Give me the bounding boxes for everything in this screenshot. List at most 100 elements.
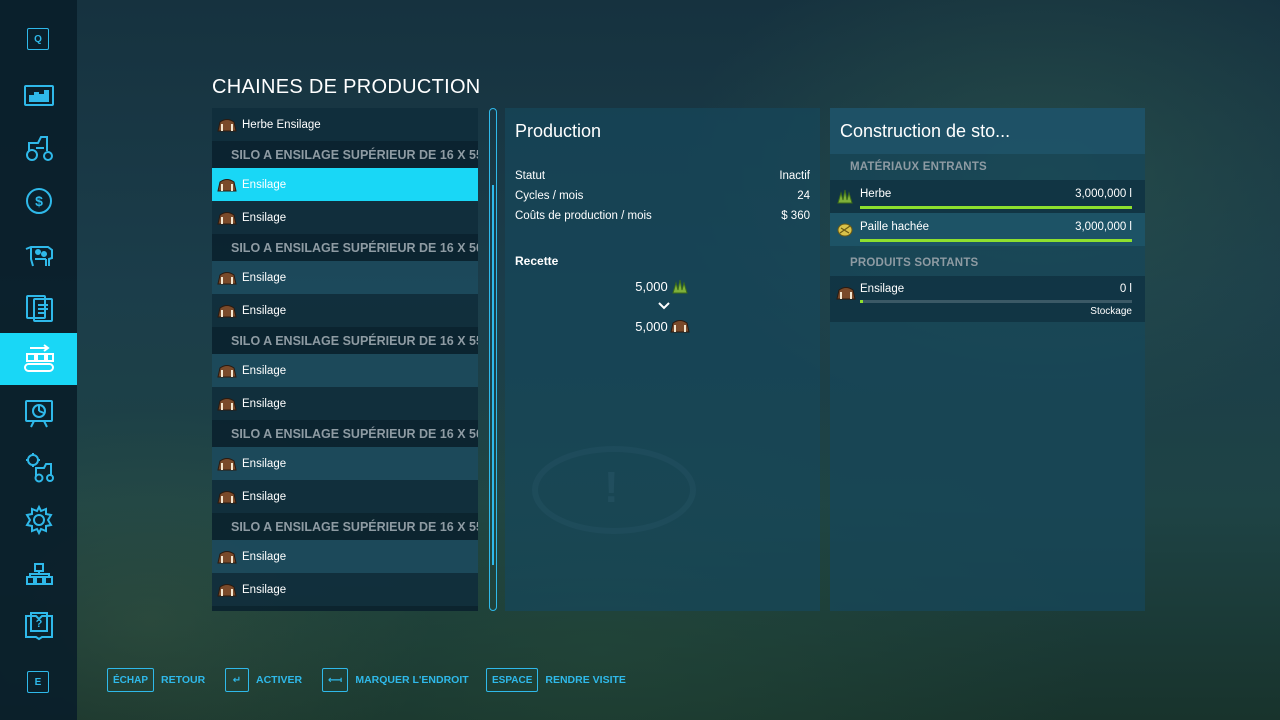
production-list-item-label: Ensilage bbox=[242, 364, 287, 377]
multiplayer-icon bbox=[25, 563, 53, 585]
list-scrollbar-thumb[interactable] bbox=[492, 185, 494, 565]
silage-icon bbox=[217, 457, 237, 470]
construction-title: Construction de sto... bbox=[830, 108, 1145, 154]
silage-icon bbox=[217, 271, 237, 284]
hint-mark-location[interactable]: ⟻ MARQUER L'ENDROIT bbox=[322, 668, 469, 692]
output-name: Ensilage bbox=[860, 283, 905, 295]
cost-row: Coûts de production / mois $ 360 bbox=[505, 206, 820, 226]
sidebar-item-help[interactable]: ? bbox=[0, 600, 77, 652]
sidebar-prev-key[interactable]: Q bbox=[27, 28, 49, 50]
input-value: 3,000,000 l bbox=[1075, 188, 1132, 200]
output-item-ensilage: Ensilage 0 l Stockage bbox=[830, 276, 1145, 322]
input-name: Herbe bbox=[860, 188, 892, 200]
inputs-header: MATÉRIAUX ENTRANTS bbox=[850, 161, 987, 173]
production-list-item[interactable]: Ensilage bbox=[212, 387, 478, 420]
production-list-item[interactable]: Ensilage bbox=[212, 261, 478, 294]
silage-icon bbox=[217, 490, 237, 503]
silage-icon bbox=[670, 320, 690, 333]
chevron-down-icon bbox=[657, 302, 670, 310]
page-title: CHAINES DE PRODUCTION bbox=[212, 76, 481, 98]
input-level-bar bbox=[860, 206, 1132, 209]
silage-icon bbox=[217, 397, 237, 410]
silage-icon bbox=[217, 364, 237, 377]
sidebar-item-contracts[interactable] bbox=[0, 281, 77, 333]
hint-activate[interactable]: ↵ ACTIVER bbox=[225, 668, 302, 692]
output-mode[interactable]: Stockage bbox=[1090, 306, 1132, 317]
production-list-item-label: Ensilage bbox=[242, 271, 287, 284]
recipe-input: 5,000 bbox=[505, 275, 820, 297]
recipe-arrow bbox=[505, 297, 820, 315]
sidebar: Q $ ? E bbox=[0, 0, 77, 720]
sidebar-item-statistics[interactable] bbox=[0, 69, 77, 121]
production-list-item[interactable]: Ensilage bbox=[212, 447, 478, 480]
list-scrollbar[interactable] bbox=[489, 108, 497, 611]
settings-icon bbox=[24, 504, 53, 536]
status-row: Statut Inactif bbox=[505, 166, 820, 186]
svg-text:?: ? bbox=[35, 618, 42, 630]
production-list-item[interactable]: Herbe Ensilage bbox=[212, 108, 478, 141]
cost-value: $ 360 bbox=[781, 210, 810, 222]
cycles-row: Cycles / mois 24 bbox=[505, 186, 820, 206]
production-group-header: SILO A ENSILAGE SUPÉRIEUR DE 16 X 55... bbox=[212, 606, 478, 611]
production-group-header: SILO A ENSILAGE SUPÉRIEUR DE 16 X 50... bbox=[212, 420, 478, 447]
silage-icon bbox=[217, 550, 237, 563]
silage-icon bbox=[217, 304, 237, 317]
help-book-icon: ? bbox=[24, 612, 53, 641]
key-enter: ↵ bbox=[225, 668, 249, 692]
statistics-icon bbox=[23, 85, 54, 106]
input-level-fill bbox=[860, 239, 1132, 242]
sidebar-item-animals[interactable] bbox=[0, 228, 77, 280]
svg-text:$: $ bbox=[35, 193, 43, 209]
silage-icon bbox=[217, 178, 237, 191]
production-list-item-label: Ensilage bbox=[242, 211, 287, 224]
silage-icon bbox=[836, 287, 856, 300]
production-list-item-label: Ensilage bbox=[242, 397, 287, 410]
production-list-item[interactable]: Ensilage bbox=[212, 573, 478, 606]
silage-icon bbox=[217, 583, 237, 596]
hint-label: ACTIVER bbox=[256, 674, 303, 686]
production-list-item-label: Ensilage bbox=[242, 550, 287, 563]
hint-label: MARQUER L'ENDROIT bbox=[355, 674, 469, 686]
input-item-paille-hachee: Paille hachée 3,000,000 l bbox=[830, 213, 1145, 246]
recipe-output: 5,000 bbox=[505, 315, 820, 337]
production-list-item[interactable]: Ensilage bbox=[212, 294, 478, 327]
hint-back[interactable]: ÉCHAP RETOUR bbox=[107, 668, 205, 692]
production-list-item[interactable]: Ensilage bbox=[212, 354, 478, 387]
sidebar-item-finances[interactable]: $ bbox=[0, 175, 77, 227]
chopped-straw-icon bbox=[837, 223, 853, 237]
production-group-header: SILO A ENSILAGE SUPÉRIEUR DE 16 X 55... bbox=[212, 141, 478, 168]
sidebar-item-production-chains[interactable] bbox=[0, 333, 77, 385]
hint-visit[interactable]: ESPACE RENDRE VISITE bbox=[486, 668, 626, 692]
production-list-item[interactable]: Ensilage bbox=[212, 201, 478, 234]
input-name: Paille hachée bbox=[860, 221, 930, 233]
tractor-icon bbox=[25, 136, 53, 161]
recipe-input-amount: 5,000 bbox=[635, 278, 668, 294]
hint-label: RETOUR bbox=[161, 674, 206, 686]
sidebar-item-garage[interactable] bbox=[0, 441, 77, 493]
production-title: Production bbox=[515, 120, 602, 141]
sidebar-item-settings[interactable] bbox=[0, 494, 77, 546]
silage-icon bbox=[217, 211, 237, 224]
input-item-herbe: Herbe 3,000,000 l bbox=[830, 180, 1145, 213]
cost-label: Coûts de production / mois bbox=[515, 210, 652, 222]
output-value: 0 l bbox=[1119, 283, 1132, 295]
production-list-item[interactable]: Ensilage bbox=[212, 540, 478, 573]
hint-label: RENDRE VISITE bbox=[545, 674, 626, 686]
construction-panel: Construction de sto... MATÉRIAUX ENTRANT… bbox=[830, 108, 1145, 611]
production-group-header: SILO A ENSILAGE SUPÉRIEUR DE 16 X 55... bbox=[212, 327, 478, 354]
output-level-fill bbox=[860, 300, 863, 303]
sidebar-item-vehicles[interactable] bbox=[0, 122, 77, 174]
production-panel: Production Statut Inactif Cycles / mois … bbox=[505, 108, 820, 611]
sidebar-next-key[interactable]: E bbox=[27, 671, 49, 693]
production-list-item[interactable]: Ensilage bbox=[212, 168, 478, 201]
outputs-header: PRODUITS SORTANTS bbox=[850, 257, 979, 269]
production-list-item[interactable]: Ensilage bbox=[212, 480, 478, 513]
production-list-item-label: Herbe Ensilage bbox=[242, 118, 321, 131]
input-value: 3,000,000 l bbox=[1075, 221, 1132, 233]
production-list-item-label: Ensilage bbox=[242, 304, 287, 317]
sidebar-item-map[interactable] bbox=[0, 387, 77, 439]
sidebar-item-multiplayer[interactable] bbox=[0, 548, 77, 600]
production-chains-icon bbox=[23, 344, 54, 372]
contracts-icon bbox=[25, 295, 53, 322]
production-list-item-label: Ensilage bbox=[242, 490, 287, 503]
